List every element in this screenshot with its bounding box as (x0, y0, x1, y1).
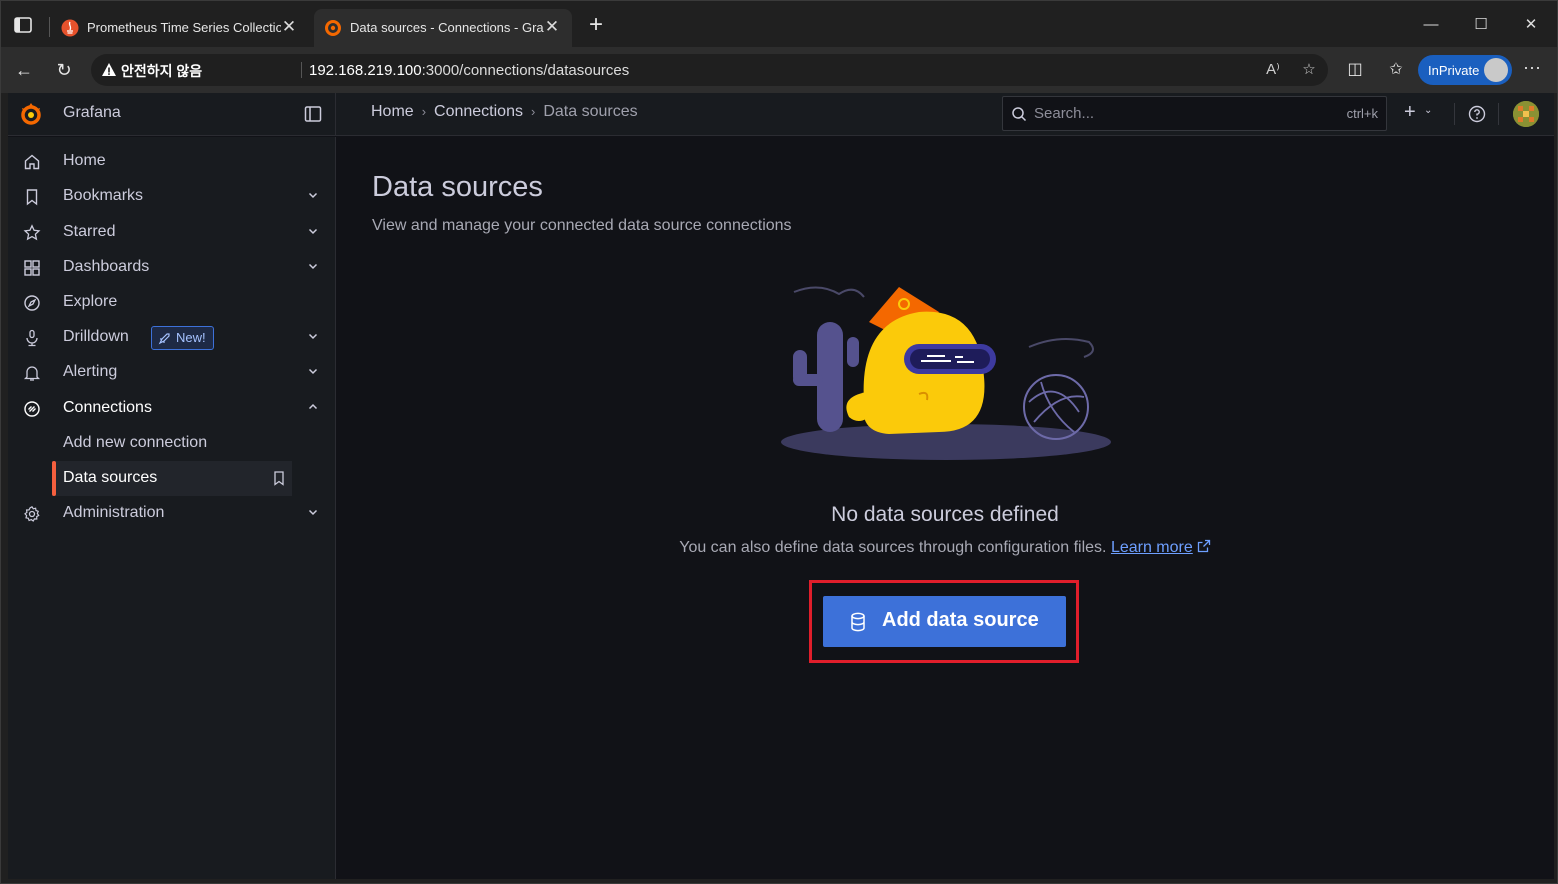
rocket-icon (158, 333, 170, 345)
add-data-source-button[interactable]: Add data source (823, 596, 1066, 647)
chevron-down-icon[interactable] (306, 188, 320, 202)
new-badge: New! (151, 326, 214, 350)
new-tab-button[interactable]: + (585, 13, 607, 37)
chevron-down-icon[interactable] (306, 224, 320, 238)
sidebar-item-administration[interactable]: Administration (8, 496, 336, 531)
chevron-down-icon[interactable] (306, 364, 320, 378)
dashboards-icon (24, 260, 40, 276)
chevron-right-icon: › (530, 104, 536, 119)
empty-state-text: You can also define data sources through… (336, 539, 1554, 557)
tab-title: Data sources - Connections - Gra (350, 20, 544, 35)
chevron-down-icon[interactable] (306, 505, 320, 519)
breadcrumb-home[interactable]: Home (371, 103, 414, 121)
tab-prometheus[interactable]: Prometheus Time Series Collectio ✕ (51, 9, 309, 47)
chevron-up-icon[interactable] (306, 400, 320, 414)
sidebar-item-drilldown[interactable]: Drilldown New! (8, 320, 336, 355)
main-content: Data sources View and manage your connec… (336, 137, 1554, 879)
brand-name: Grafana (63, 104, 121, 121)
browser-toolbar: ← ↻ 안전하지 않음 192.168.219.100:3000/connect… (1, 47, 1557, 93)
maximize-icon[interactable]: ☐ (1469, 13, 1493, 37)
breadcrumb-connections[interactable]: Connections (434, 103, 523, 121)
tab-actions-icon[interactable] (13, 15, 33, 35)
address-bar[interactable]: 안전하지 않음 192.168.219.100:3000/connections… (91, 54, 1328, 86)
gear-icon (24, 506, 40, 522)
chevron-down-icon[interactable] (306, 329, 320, 343)
search-placeholder: Search... (1034, 105, 1095, 122)
favorites-icon[interactable]: ✩ (1383, 57, 1409, 83)
close-icon[interactable]: ✕ (279, 17, 299, 37)
browser-window: Prometheus Time Series Collectio ✕ Data … (0, 0, 1558, 884)
grafana-logo-icon[interactable] (18, 101, 44, 127)
sidebar-item-home[interactable]: Home (8, 144, 336, 179)
chevron-down-icon[interactable] (306, 259, 320, 273)
page-subtitle: View and manage your connected data sour… (372, 217, 792, 234)
sidebar-item-connections[interactable]: Connections (8, 391, 336, 426)
tab-separator (49, 17, 50, 37)
split-screen-icon[interactable]: ◫ (1342, 57, 1368, 83)
database-icon (851, 612, 865, 632)
more-options-icon[interactable]: ··· (1523, 57, 1541, 78)
breadcrumb-data-sources: Data sources (543, 103, 638, 120)
profile-avatar (1484, 58, 1508, 82)
sidebar: Home Bookmarks Starred Dashboards Explor… (8, 137, 336, 879)
grafana-app: Grafana Home › Connections › Data sources Se… (8, 93, 1554, 879)
url-text[interactable]: 192.168.219.100:3000/connections/datasou… (309, 62, 629, 79)
search-icon (1012, 107, 1027, 122)
add-new-icon[interactable]: + (1404, 101, 1416, 124)
empty-state-illustration (781, 286, 1111, 460)
drilldown-icon (26, 329, 38, 347)
bookmark-icon (26, 189, 38, 206)
security-label[interactable]: 안전하지 않음 (121, 61, 202, 81)
connections-icon (24, 401, 40, 417)
warning-icon (102, 63, 116, 76)
star-icon (23, 224, 41, 241)
chevron-right-icon: › (421, 104, 427, 119)
user-avatar[interactable] (1513, 101, 1539, 127)
tab-grafana[interactable]: Data sources - Connections - Gra ✕ (314, 9, 572, 47)
sidebar-item-alerting[interactable]: Alerting (8, 355, 336, 390)
favorite-star-icon[interactable]: ☆ (1299, 60, 1319, 80)
active-indicator (52, 461, 56, 496)
minimize-icon[interactable]: — (1419, 13, 1443, 37)
bell-icon (23, 366, 41, 381)
refresh-icon[interactable]: ↻ (51, 57, 77, 83)
close-window-icon[interactable]: ✕ (1519, 13, 1543, 37)
dock-menu-icon[interactable] (304, 105, 322, 123)
empty-state-title: No data sources defined (831, 503, 1059, 526)
compass-icon (24, 295, 40, 311)
search-shortcut: ctrl+k (1346, 106, 1378, 121)
sidebar-item-data-sources[interactable]: Data sources (52, 461, 292, 496)
inprivate-button[interactable]: InPrivate (1418, 55, 1512, 85)
prometheus-icon (61, 19, 79, 37)
search-input[interactable]: Search... ctrl+k (1002, 96, 1387, 131)
close-icon[interactable]: ✕ (542, 17, 562, 37)
sidebar-item-starred[interactable]: Starred (8, 215, 336, 250)
tab-title: Prometheus Time Series Collectio (87, 20, 281, 35)
chevron-down-icon[interactable]: ⌄ (1424, 105, 1432, 116)
breadcrumb: Home › Connections › Data sources (371, 103, 638, 121)
sidebar-item-add-new-connection[interactable]: Add new connection (8, 426, 336, 461)
sidebar-item-explore[interactable]: Explore (8, 285, 336, 320)
learn-more-link[interactable]: Learn more (1111, 539, 1193, 556)
tab-strip: Prometheus Time Series Collectio ✕ Data … (1, 1, 1557, 47)
sidebar-item-dashboards[interactable]: Dashboards (8, 250, 336, 285)
page-title: Data sources (372, 171, 543, 203)
grafana-icon (325, 20, 341, 36)
home-icon (24, 154, 40, 170)
help-icon[interactable] (1468, 105, 1486, 123)
bookmark-icon[interactable] (271, 470, 287, 486)
external-link-icon (1197, 539, 1210, 553)
back-icon[interactable]: ← (11, 57, 37, 83)
sidebar-item-bookmarks[interactable]: Bookmarks (8, 179, 336, 214)
grafana-topbar: Grafana Home › Connections › Data sources Se… (8, 93, 1554, 136)
read-aloud-icon[interactable]: A⁾ (1263, 60, 1283, 80)
